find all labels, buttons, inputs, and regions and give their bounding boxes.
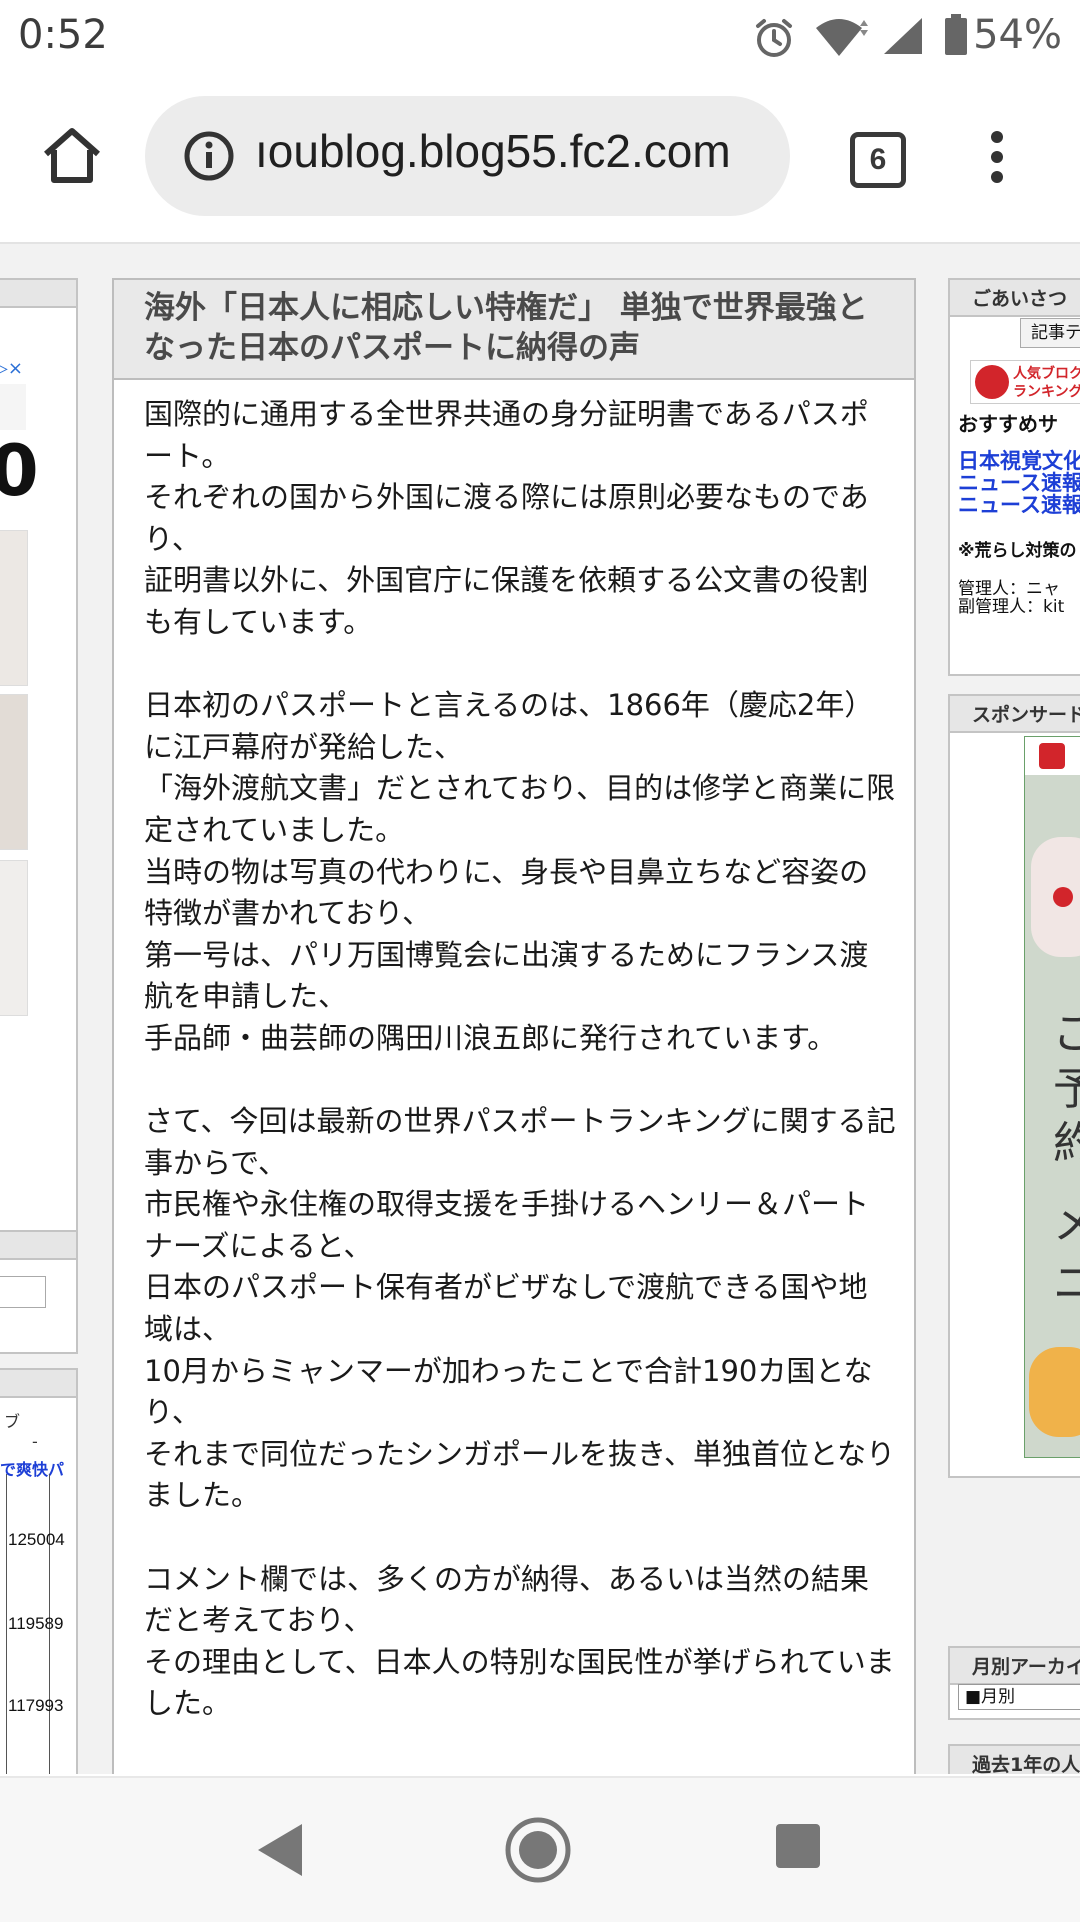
sponsor-ad-fruit: [1029, 1347, 1080, 1437]
left-panel-header: [0, 280, 76, 308]
sponsor-ad-text-1: ご: [1053, 1008, 1080, 1059]
article-paragraph: 国際的に通用する全世界共通の身分証明書であるパスポート。 それぞれの国から外国に…: [144, 397, 869, 639]
back-icon[interactable]: [254, 1820, 306, 1880]
anti-spam-notice: ※荒らし対策の: [958, 541, 1077, 561]
home-icon[interactable]: [40, 126, 104, 184]
greeting-button[interactable]: 記事テ: [1020, 318, 1080, 348]
sponsor-ad-text-5: ニ: [1053, 1258, 1080, 1309]
recommend-link-1[interactable]: 日本視覚文化: [958, 450, 1080, 472]
ad-image: [0, 384, 26, 430]
ranking-value-2: 119589: [8, 1614, 64, 1633]
popular-header: 過去1年の人: [950, 1746, 1080, 1774]
popular-panel: 過去1年の人: [948, 1744, 1080, 1774]
archive-panel: 月別アーカイ ■月別: [948, 1646, 1080, 1720]
ranking-banner-line1: 人気ブロク: [1013, 366, 1080, 382]
menu-dots-icon[interactable]: [986, 130, 1008, 184]
home-nav-icon[interactable]: [504, 1816, 572, 1884]
left-ad-panel: ▷× 0: [0, 278, 78, 1242]
left-ranking-header: [0, 1370, 76, 1398]
sponsor-ad-text-3: 約: [1053, 1118, 1080, 1169]
article-paragraph: 日本初のパスポートと言えるのは、1866年（慶応2年）に江戸幕府が発給した、 「…: [144, 688, 896, 1055]
article-paragraph: さて、今回は最新の世界パスポートランキングに関する記事からで、 市民権や永住権の…: [144, 1104, 896, 1513]
ranking-table-dash: -: [32, 1432, 38, 1451]
signal-icon: [884, 18, 922, 54]
ad-close-button[interactable]: ▷×: [0, 358, 23, 379]
article-body: 国際的に通用する全世界共通の身分証明書であるパスポート。 それぞれの国から外国に…: [144, 394, 896, 1767]
archive-header: 月別アーカイ: [950, 1648, 1080, 1685]
article-panel: 海外「日本人に相応しい特権だ」 単独で世界最強となった日本のパスポートに納得の声…: [112, 278, 916, 1774]
sponsor-ad-logo: [1039, 743, 1065, 769]
ranking-banner-icon: [975, 365, 1009, 399]
left-search-panel: [0, 1230, 78, 1354]
article-title-bar: 海外「日本人に相応しい特権だ」 単独で世界最強となった日本のパスポートに納得の声: [114, 280, 914, 380]
article-title[interactable]: 海外「日本人に相応しい特権だ」 単独で世界最強となった日本のパスポートに納得の声: [144, 288, 894, 368]
wifi-icon: [816, 19, 868, 56]
sponsor-ad-strawberry: [1053, 887, 1073, 907]
status-bar: 0:52 54%: [0, 0, 1080, 76]
article-paragraph: コメント欄では、多くの方が納得、あるいは当然の結果だと考えており、 その理由とし…: [144, 1561, 895, 1721]
ad-thumbnail-2[interactable]: [0, 694, 28, 850]
ranking-value-1: 125004: [8, 1530, 65, 1549]
alarm-icon: [756, 19, 792, 57]
greeting-panel: ごあいさつ 記事テ 人気ブロク ランキング おすすめサ 日本視覚文化 ニュース速…: [948, 278, 1080, 676]
ad-thumbnail-1[interactable]: [0, 530, 28, 686]
left-sidebar: ▷× 0 ブ - で爽快パ 125004 119589 117993: [0, 244, 78, 1774]
admin-line-1: 管理人：ニャ: [958, 579, 1060, 599]
sponsor-panel: スポンサード ご 予 約 メ ニ: [948, 694, 1080, 1478]
status-time: 0:52: [18, 12, 108, 58]
left-ranking-panel: ブ - で爽快パ 125004 119589 117993: [0, 1368, 78, 1774]
sponsor-ad-text-4: メ: [1053, 1198, 1080, 1249]
blog-ranking-banner[interactable]: 人気ブロク ランキング: [970, 360, 1080, 404]
tab-switcher-button[interactable]: 6: [850, 132, 906, 188]
address-bar[interactable]: ıoublog.blog55.fc2.com: [145, 96, 790, 216]
system-nav-bar: [0, 1776, 1080, 1922]
url-text[interactable]: ıoublog.blog55.fc2.com: [255, 124, 731, 178]
web-page: ▷× 0 ブ - で爽快パ 125004 119589 117993 海外「日本…: [0, 244, 1080, 1774]
admin-line-2: 副管理人：kit: [958, 597, 1065, 617]
ad-thumbnail-3[interactable]: [0, 860, 28, 1016]
left-search-header: [0, 1232, 76, 1260]
ad-digit: 0: [0, 430, 39, 512]
sponsor-header: スポンサード: [950, 696, 1080, 733]
ranking-banner-line2: ランキング: [1013, 384, 1080, 400]
archive-select[interactable]: ■月別: [958, 1684, 1080, 1710]
right-sidebar: ごあいさつ 記事テ 人気ブロク ランキング おすすめサ 日本視覚文化 ニュース速…: [948, 244, 1080, 1774]
recommend-link-2[interactable]: ニュース速報: [958, 472, 1080, 494]
recommend-link-3[interactable]: ニュース速報: [958, 494, 1080, 516]
ranking-table-header: ブ: [4, 1412, 21, 1431]
sponsor-ad[interactable]: ご 予 約 メ ニ: [1024, 736, 1080, 1458]
battery-icon: [945, 14, 967, 55]
recommend-label: おすすめサ: [958, 412, 1058, 436]
recents-icon[interactable]: [774, 1822, 822, 1870]
info-icon[interactable]: [183, 130, 235, 182]
greeting-header: ごあいさつ: [950, 280, 1080, 317]
battery-percentage: 54%: [973, 12, 1062, 58]
left-search-input[interactable]: [0, 1276, 46, 1308]
ranking-value-3: 117993: [8, 1696, 64, 1715]
